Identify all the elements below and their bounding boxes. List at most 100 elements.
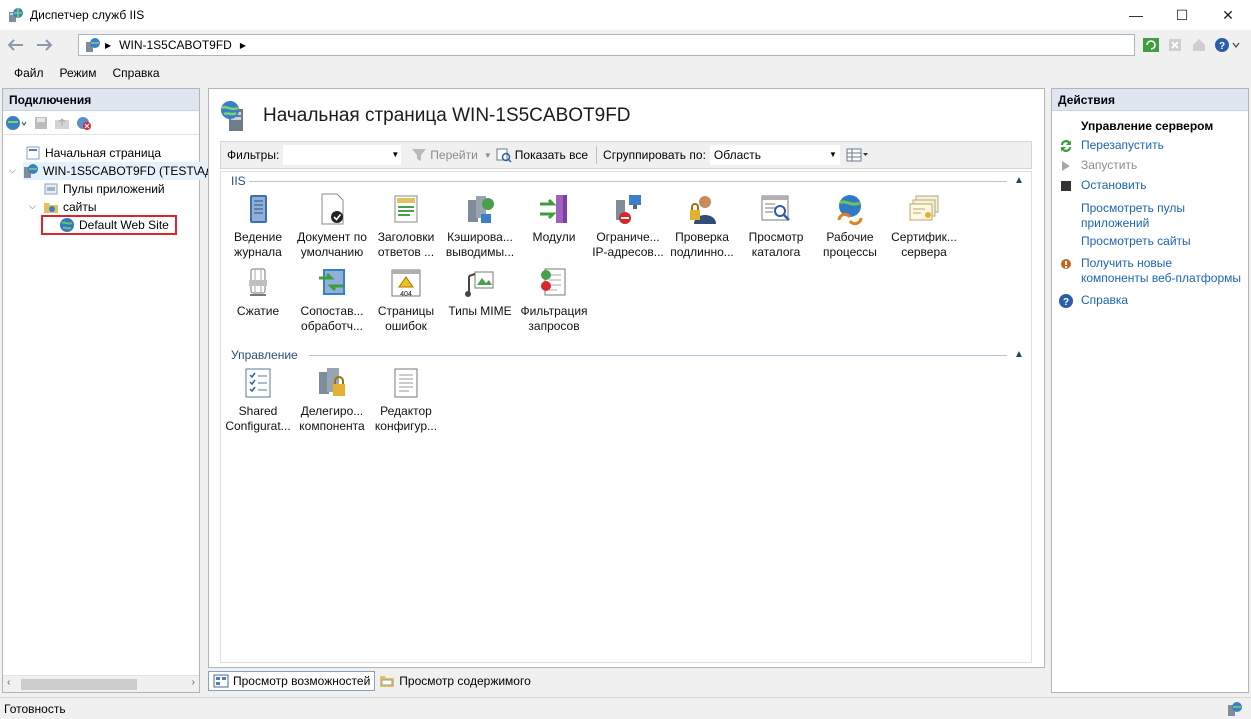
view-mode-button[interactable] [846,148,870,162]
show-all-button[interactable]: Показать все [496,147,588,163]
web-platform-icon [1061,259,1071,269]
scroll-thumb[interactable] [21,679,137,690]
feature-server-certificates[interactable]: Сертифик... сервера [887,192,961,260]
menu-help[interactable]: Справка [105,66,168,80]
help-icon: ? [1059,294,1073,308]
feature-shared-config[interactable]: Shared Configurat... [221,366,295,434]
go-button[interactable]: Перейти ▼ [411,148,492,162]
show-all-icon [496,148,512,163]
maximize-button[interactable]: ☐ [1159,0,1205,30]
feature-server-certificates-label1: Сертифик... [891,230,957,244]
features-area: IIS ▲ Ведение журнала Документ по умолча… [220,171,1032,663]
app-pools-icon [44,183,58,195]
save-icon[interactable] [33,115,49,131]
modules-icon [540,195,567,223]
feature-logging[interactable]: Ведение журнала [221,192,295,260]
action-get-web-platform-label1: Получить новые [1081,256,1173,270]
server-certificates-icon [909,195,939,221]
handler-mappings-icon [319,269,345,295]
back-button[interactable] [2,34,28,56]
feature-modules[interactable]: Модули [517,192,591,245]
feature-config-editor-label1: Редактор [380,404,432,418]
home-button[interactable] [1189,35,1209,55]
breadcrumb-server[interactable]: WIN-1S5CABOT9FD [119,38,232,52]
disconnect-icon[interactable] [75,115,93,131]
horizontal-scrollbar[interactable]: ‹ › [3,675,199,692]
features-view-icon [213,674,229,688]
window-title: Диспетчер служб IIS [30,8,145,22]
address-box[interactable]: ▶ WIN-1S5CABOT9FD ▶ [78,34,1135,56]
funnel-icon [412,149,427,161]
default-document-icon [321,193,344,225]
feature-error-pages[interactable]: 404 Страницы ошибок [369,266,443,334]
feature-config-editor[interactable]: Редактор конфигур... [369,366,443,434]
home-page-icon [26,146,40,160]
feature-default-document[interactable]: Документ по умолчанию [295,192,369,260]
logging-icon [250,195,267,223]
tree-item-home[interactable]: Начальная страница [25,144,161,162]
scroll-left-icon[interactable]: ‹ [7,677,10,688]
collapse-management-icon[interactable]: ▲ [1014,349,1024,360]
feature-handler-mappings[interactable]: Сопостав... обработч... [295,266,369,334]
feature-ip-restrictions[interactable]: Ограниче... IP-адресов... [591,192,665,260]
breadcrumb-dropdown[interactable]: ▶ [240,41,246,50]
ip-restrictions-icon [616,195,641,224]
feature-authentication[interactable]: Проверка подлинно... [665,192,739,260]
stop-button[interactable] [1165,35,1185,55]
action-stop[interactable]: Остановить [1058,178,1147,194]
tree-item-server[interactable]: WIN-1S5CABOT9FD (TEST\Ад [23,162,213,180]
action-help[interactable]: ? Справка [1058,293,1128,309]
collapse-sites-icon[interactable]: ⌵ [29,201,36,212]
feature-shared-config-label2: Configurat... [225,419,291,433]
tree-item-home-label: Начальная страница [45,146,162,160]
section-iis-header[interactable]: IIS [231,174,246,188]
feature-default-document-label2: умолчанию [300,245,364,259]
group-by-dropdown-icon[interactable]: ▼ [829,150,837,159]
filter-dropdown-icon[interactable]: ▼ [391,150,399,159]
connect-globe-icon[interactable] [5,115,29,131]
feature-authentication-label1: Проверка [675,230,729,244]
section-iis-title: IIS [231,174,246,188]
filter-input[interactable]: ▼ [283,145,402,165]
feature-worker-processes-label2: процессы [823,245,877,259]
section-iis-divider [249,181,1007,182]
content-view-icon [380,676,395,687]
help-button[interactable]: ? [1213,35,1243,55]
action-start[interactable]: Запустить [1058,158,1137,174]
feature-http-headers[interactable]: Заголовки ответов ... [369,192,443,260]
action-view-app-pools[interactable]: Просмотреть пулы приложений [1058,201,1185,231]
tree-item-default-web-site[interactable]: Default Web Site [41,215,177,235]
feature-shared-config-label1: Shared [238,404,278,418]
feature-mime-types-label1: Типы MIME [448,304,512,318]
feature-request-filtering[interactable]: Фильтрация запросов [517,266,591,334]
collapse-iis-icon[interactable]: ▲ [1014,175,1024,186]
forward-button[interactable] [32,34,58,56]
refresh-button[interactable] [1141,35,1161,55]
feature-compression[interactable]: Сжатие [221,266,295,319]
action-get-web-platform[interactable]: Получить новые компоненты веб-платформы [1058,256,1241,286]
collapse-server-icon[interactable]: ⌵ [9,165,16,176]
up-folder-icon[interactable] [53,115,71,131]
go-dropdown-icon[interactable]: ▼ [484,151,492,160]
tree-item-sites[interactable]: сайты [43,198,97,216]
action-view-sites[interactable]: Просмотреть сайты [1058,234,1191,250]
group-by-select[interactable]: Область ▼ [709,145,840,165]
menu-file[interactable]: Файл [6,66,52,80]
action-restart-label: Перезапустить [1081,138,1164,152]
action-restart[interactable]: Перезапустить [1058,138,1164,154]
feature-delegation[interactable]: Делегиро... компонента [295,366,369,434]
feature-directory-browsing[interactable]: Просмотр каталога [739,192,813,260]
feature-mime-types[interactable]: Типы MIME [443,266,517,319]
close-button[interactable]: ✕ [1205,0,1251,30]
scroll-right-icon[interactable]: › [192,677,195,688]
tab-features-view[interactable]: Просмотр возможностей [208,671,376,691]
minimize-button[interactable]: — [1113,0,1159,30]
feature-output-caching-label2: выводимы... [445,245,515,259]
feature-output-caching[interactable]: Кэширова... выводимы... [443,192,517,260]
tree-item-app-pools[interactable]: Пулы приложений [43,180,165,198]
tab-content-view[interactable]: Просмотр содержимого [375,671,534,691]
server-icon [86,38,100,52]
section-management-header[interactable]: Управление [231,348,298,362]
menu-view[interactable]: Режим [52,66,105,80]
feature-worker-processes[interactable]: Рабочие процессы [813,192,887,260]
